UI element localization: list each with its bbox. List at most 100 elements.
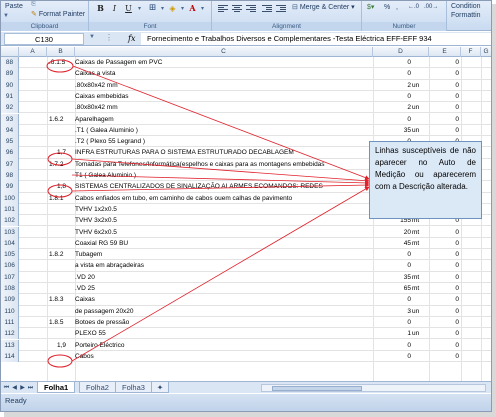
- last-sheet-icon[interactable]: ⏭: [27, 384, 34, 392]
- cell-unit[interactable]: un: [412, 125, 426, 136]
- row-header[interactable]: 113: [1, 339, 19, 351]
- align-right-icon[interactable]: [246, 4, 256, 13]
- cell-c[interactable]: INFRA ESTRUTURAS PARA O SISTEMA ESTRUTUR…: [75, 147, 371, 158]
- column-header-f[interactable]: F: [461, 47, 481, 57]
- cell-e[interactable]: 0: [429, 260, 459, 271]
- cell-c[interactable]: .80x80x42 mm: [75, 102, 371, 113]
- cell-b[interactable]: 1.8.5: [47, 317, 69, 328]
- cell-d[interactable]: 0: [373, 68, 411, 79]
- percent-button[interactable]: %: [384, 3, 390, 12]
- cell-d[interactable]: 2: [373, 102, 411, 113]
- align-left-icon[interactable]: [218, 4, 228, 13]
- row-header[interactable]: 89: [1, 68, 19, 80]
- row-header[interactable]: 101: [1, 203, 19, 216]
- cell-unit[interactable]: [412, 57, 426, 68]
- cell-b[interactable]: [47, 260, 69, 271]
- cell-e[interactable]: 0: [429, 238, 459, 249]
- row-header[interactable]: 91: [1, 90, 19, 103]
- row-header[interactable]: 103: [1, 226, 19, 238]
- row-header[interactable]: 111: [1, 316, 19, 329]
- cell-d[interactable]: 20: [373, 227, 411, 238]
- cell-e[interactable]: 0: [429, 306, 459, 317]
- cell-b[interactable]: [47, 227, 69, 238]
- row-header[interactable]: 99: [1, 181, 19, 193]
- cell-c[interactable]: T1 ( Galea Aluminio ): [75, 170, 371, 181]
- cell-c[interactable]: de passagem 20x20: [75, 306, 371, 317]
- tab-folha3[interactable]: Folha3: [115, 382, 152, 393]
- cell-c[interactable]: .80x80x42 mm: [75, 80, 371, 91]
- cell-unit[interactable]: un: [412, 328, 426, 339]
- cell-b[interactable]: [47, 272, 69, 283]
- cell-unit[interactable]: [412, 249, 426, 260]
- cell-d[interactable]: 35: [373, 272, 411, 283]
- paste-button[interactable]: Paste: [5, 2, 23, 11]
- cell-b[interactable]: [47, 215, 69, 226]
- cell-d[interactable]: 0: [373, 351, 411, 362]
- cell-e[interactable]: 0: [429, 227, 459, 238]
- currency-icon[interactable]: $▾: [367, 3, 374, 12]
- cell-b[interactable]: [47, 80, 69, 91]
- cell-c[interactable]: Cabos enfiados em tubo, em caminho de ca…: [75, 193, 371, 204]
- cell-b[interactable]: 1.8.2: [47, 249, 69, 260]
- cell-d[interactable]: 0: [373, 114, 411, 125]
- cell-b[interactable]: [47, 170, 69, 181]
- underline-button[interactable]: U: [123, 3, 134, 14]
- row-header[interactable]: 95: [1, 136, 19, 148]
- conditional-formatting-button[interactable]: Condition Formattin: [451, 2, 481, 20]
- cell-d[interactable]: 2: [373, 80, 411, 91]
- cell-unit[interactable]: [412, 68, 426, 79]
- row-header[interactable]: 102: [1, 215, 19, 227]
- row-header[interactable]: 109: [1, 294, 19, 306]
- name-box[interactable]: C130: [4, 33, 84, 45]
- cell-unit[interactable]: un: [412, 80, 426, 91]
- merge-center-button[interactable]: ⊟ Merge & Center ▾: [292, 3, 355, 12]
- cell-d[interactable]: 0: [373, 249, 411, 260]
- cell-c[interactable]: .T1 ( Galea Aluminio ): [75, 125, 371, 136]
- row-header[interactable]: 100: [1, 192, 19, 204]
- cell-unit[interactable]: [412, 260, 426, 271]
- column-header-a[interactable]: A: [19, 47, 47, 57]
- select-all-corner[interactable]: [1, 47, 19, 57]
- cell-b[interactable]: 1.8.1: [47, 193, 69, 204]
- italic-button[interactable]: I: [109, 3, 120, 14]
- cell-c[interactable]: Caixas de Passagem em PVC: [75, 57, 371, 68]
- cell-b[interactable]: [47, 204, 69, 215]
- cell-b[interactable]: 1,7: [47, 147, 69, 158]
- column-header-c[interactable]: C: [75, 47, 373, 57]
- cell-b[interactable]: [47, 136, 69, 147]
- cell-c[interactable]: TVHV 1x2x0.5: [75, 204, 371, 215]
- cell-unit[interactable]: [412, 91, 426, 102]
- tab-folha1[interactable]: Folha1: [37, 382, 76, 393]
- cell-e[interactable]: 0: [429, 57, 459, 68]
- cell-d[interactable]: 0: [373, 91, 411, 102]
- cell-b[interactable]: [47, 238, 69, 249]
- row-header[interactable]: 105: [1, 249, 19, 261]
- decrease-decimal-icon[interactable]: .00→: [424, 3, 438, 12]
- row-header[interactable]: 110: [1, 305, 19, 317]
- cell-b[interactable]: [47, 125, 69, 136]
- bold-button[interactable]: B: [95, 3, 106, 14]
- column-header-e[interactable]: E: [429, 47, 461, 57]
- cell-unit[interactable]: [412, 114, 426, 125]
- horizontal-scroll-thumb[interactable]: [272, 386, 362, 391]
- cell-d[interactable]: 65: [373, 283, 411, 294]
- cell-unit[interactable]: mt: [412, 227, 426, 238]
- column-header-g[interactable]: G: [481, 47, 491, 57]
- cell-b[interactable]: [47, 306, 69, 317]
- cell-c[interactable]: Botoes de pressão: [75, 317, 371, 328]
- cell-c[interactable]: SISTEMAS CENTRALIZADOS DE SINALIZAÇÃO AL…: [75, 181, 371, 192]
- cell-e[interactable]: 0: [429, 317, 459, 328]
- cell-b[interactable]: 1,8: [47, 181, 69, 192]
- cell-e[interactable]: 0: [429, 102, 459, 113]
- row-header[interactable]: 96: [1, 147, 19, 159]
- cell-unit[interactable]: mt: [412, 272, 426, 283]
- cell-c[interactable]: .T2 ( Plexo 55 Legrand ): [75, 136, 371, 147]
- cell-b[interactable]: 1,9: [47, 340, 69, 351]
- column-header-d[interactable]: D: [373, 47, 429, 57]
- first-sheet-icon[interactable]: ⏮: [3, 384, 10, 392]
- cell-c[interactable]: Caixas a vista: [75, 68, 371, 79]
- cell-e[interactable]: 0: [429, 249, 459, 260]
- decrease-indent-icon[interactable]: [262, 4, 272, 13]
- cell-d[interactable]: 45: [373, 238, 411, 249]
- row-header[interactable]: 94: [1, 124, 19, 137]
